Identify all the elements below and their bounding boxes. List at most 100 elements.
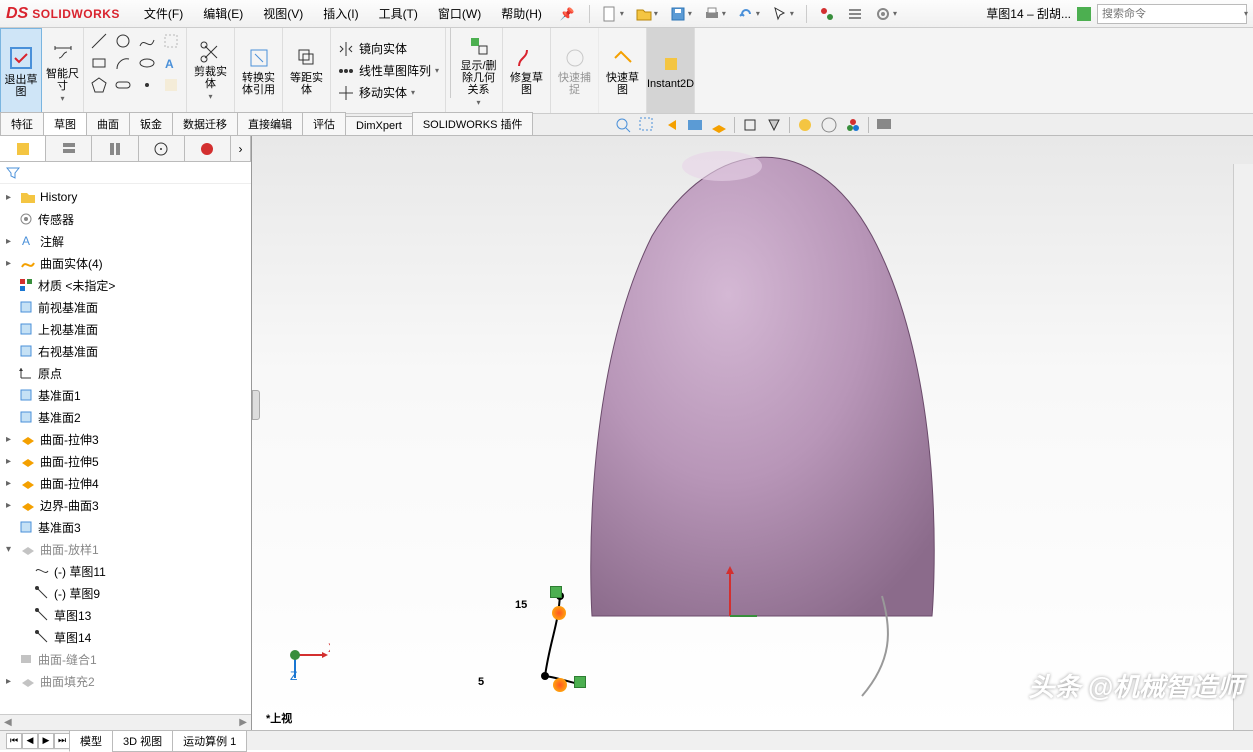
search-box[interactable]: ▾ [1097, 4, 1247, 24]
linear-pattern-button[interactable]: 线性草图阵列▾ [337, 62, 439, 80]
tab-direct[interactable]: 直接编辑 [237, 112, 303, 135]
nav-prev[interactable]: ◀ [22, 733, 38, 749]
tree-right-plane[interactable]: 右视基准面 [0, 340, 251, 362]
tree-extrude3[interactable]: ▸曲面-拉伸3 [0, 428, 251, 450]
circle-icon[interactable] [114, 32, 132, 50]
tree-loft1[interactable]: ▾曲面-放样1 [0, 538, 251, 560]
spline-icon[interactable] [138, 32, 156, 50]
rebuild-button[interactable] [815, 4, 839, 24]
nav-next[interactable]: ▶ [38, 733, 54, 749]
tab-motion[interactable]: 运动算例 1 [172, 730, 247, 752]
smart-dimension-button[interactable]: 智能尺寸 ▾ [42, 28, 84, 113]
nav-last[interactable]: ⏭ [54, 733, 70, 749]
relation-icon[interactable] [553, 678, 567, 692]
tree-material[interactable]: 材质 <未指定> [0, 274, 251, 296]
nav-first[interactable]: ⏮ [6, 733, 22, 749]
convert-button[interactable]: 转换实体引用 [235, 28, 283, 113]
rectangle-icon[interactable] [90, 54, 108, 72]
dimxpert-tab[interactable] [139, 136, 185, 161]
tab-sheetmetal[interactable]: 钣金 [129, 112, 173, 135]
plane-small-icon[interactable] [162, 76, 180, 94]
menu-file[interactable]: 文件(F) [136, 1, 191, 26]
tree-plane2[interactable]: 基准面2 [0, 406, 251, 428]
tree-sketch9[interactable]: (-) 草图9 [0, 582, 251, 604]
task-pane-strip[interactable] [1233, 164, 1253, 730]
tree-extrude5[interactable]: ▸曲面-拉伸5 [0, 450, 251, 472]
tree-extrude4[interactable]: ▸曲面-拉伸4 [0, 472, 251, 494]
scroll-left[interactable]: ◀ [0, 717, 16, 728]
select-button[interactable]: ▾ [768, 4, 798, 24]
view-triad[interactable]: X Z [280, 630, 330, 680]
tree-plane3[interactable]: 基准面3 [0, 516, 251, 538]
tab-addins[interactable]: SOLIDWORKS 插件 [412, 112, 534, 135]
scroll-right[interactable]: ▶ [235, 717, 251, 728]
prev-view-icon[interactable] [662, 116, 680, 134]
fm-tree-tab[interactable] [0, 136, 46, 161]
tree-origin[interactable]: 原点 [0, 362, 251, 384]
print-button[interactable]: ▾ [700, 4, 730, 24]
dimension-5[interactable]: 5 [478, 676, 484, 688]
instant2d-button[interactable]: Instant2D [647, 28, 695, 113]
more-tabs[interactable]: › [231, 136, 251, 161]
sketch-curve-right[interactable] [852, 591, 912, 711]
tree-annotations[interactable]: ▸A注解 [0, 230, 251, 252]
ellipse-icon[interactable] [138, 54, 156, 72]
menu-window[interactable]: 窗口(W) [430, 1, 489, 26]
tab-3dview[interactable]: 3D 视图 [112, 730, 173, 752]
tree-sketch13[interactable]: 草图13 [0, 604, 251, 626]
tab-sketch[interactable]: 草图 [43, 112, 87, 135]
tab-dimxpert[interactable]: DimXpert [345, 116, 413, 135]
dimension-15[interactable]: 15 [515, 599, 527, 611]
point-icon[interactable] [138, 76, 156, 94]
graphics-viewport[interactable]: 15 5 X Z *上视 头条 @机械智造师 [252, 136, 1253, 730]
tree-sketch11[interactable]: (-) 草图11 [0, 560, 251, 582]
exit-sketch-button[interactable]: 退出草图 [0, 28, 42, 113]
pane-splitter[interactable] [252, 390, 260, 420]
menu-edit[interactable]: 编辑(E) [195, 1, 251, 26]
pin-icon[interactable]: 📌 [560, 7, 575, 21]
repair-button[interactable]: 修复草图 [503, 28, 551, 113]
menu-view[interactable]: 视图(V) [255, 1, 311, 26]
render-icon[interactable] [844, 116, 862, 134]
tree-plane1[interactable]: 基准面1 [0, 384, 251, 406]
rect-icon[interactable] [162, 32, 180, 50]
play-icon[interactable] [1077, 7, 1091, 21]
tab-evaluate[interactable]: 评估 [302, 112, 346, 135]
sketch-spline[interactable] [530, 586, 650, 706]
menu-tools[interactable]: 工具(T) [371, 1, 426, 26]
relations-button[interactable]: 显示/删除几何关系▾ [455, 28, 503, 113]
undo-button[interactable]: ▾ [734, 4, 764, 24]
menu-help[interactable]: 帮助(H) [493, 1, 550, 26]
zoom-area-icon[interactable] [638, 116, 656, 134]
feature-tree[interactable]: ▸History 传感器 ▸A注解 ▸曲面实体(4) 材质 <未指定> 前视基准… [0, 184, 251, 714]
menu-insert[interactable]: 插入(I) [315, 1, 366, 26]
tree-history[interactable]: ▸History [0, 186, 251, 208]
property-tab[interactable] [46, 136, 92, 161]
slot-icon[interactable] [114, 76, 132, 94]
spline-handle[interactable] [550, 586, 562, 598]
open-doc-button[interactable]: ▾ [632, 4, 662, 24]
appearance-icon[interactable] [820, 116, 838, 134]
tab-surface[interactable]: 曲面 [86, 112, 130, 135]
tree-top-plane[interactable]: 上视基准面 [0, 318, 251, 340]
viewport-icon[interactable] [875, 116, 893, 134]
polygon-icon[interactable] [90, 76, 108, 94]
scene-icon[interactable] [796, 116, 814, 134]
tree-boundary3[interactable]: ▸边界-曲面3 [0, 494, 251, 516]
trim-button[interactable]: 剪裁实体▾ [187, 28, 235, 113]
move-button[interactable]: 移动实体▾ [337, 84, 439, 102]
settings-button[interactable]: ▾ [871, 4, 901, 24]
section-icon[interactable] [686, 116, 704, 134]
tree-knit1[interactable]: 曲面-缝合1 [0, 648, 251, 670]
tree-sensors[interactable]: 传感器 [0, 208, 251, 230]
new-doc-button[interactable]: ▾ [598, 4, 628, 24]
save-doc-button[interactable]: ▾ [666, 4, 696, 24]
tree-sketch14[interactable]: 草图14 [0, 626, 251, 648]
tree-front-plane[interactable]: 前视基准面 [0, 296, 251, 318]
tree-fill2[interactable]: ▸曲面填充2 [0, 670, 251, 692]
offset-button[interactable]: 等距实体 [283, 28, 331, 113]
options-list-button[interactable] [843, 4, 867, 24]
view-orient-icon[interactable] [710, 116, 728, 134]
line-icon[interactable] [90, 32, 108, 50]
display-style-icon[interactable] [741, 116, 759, 134]
